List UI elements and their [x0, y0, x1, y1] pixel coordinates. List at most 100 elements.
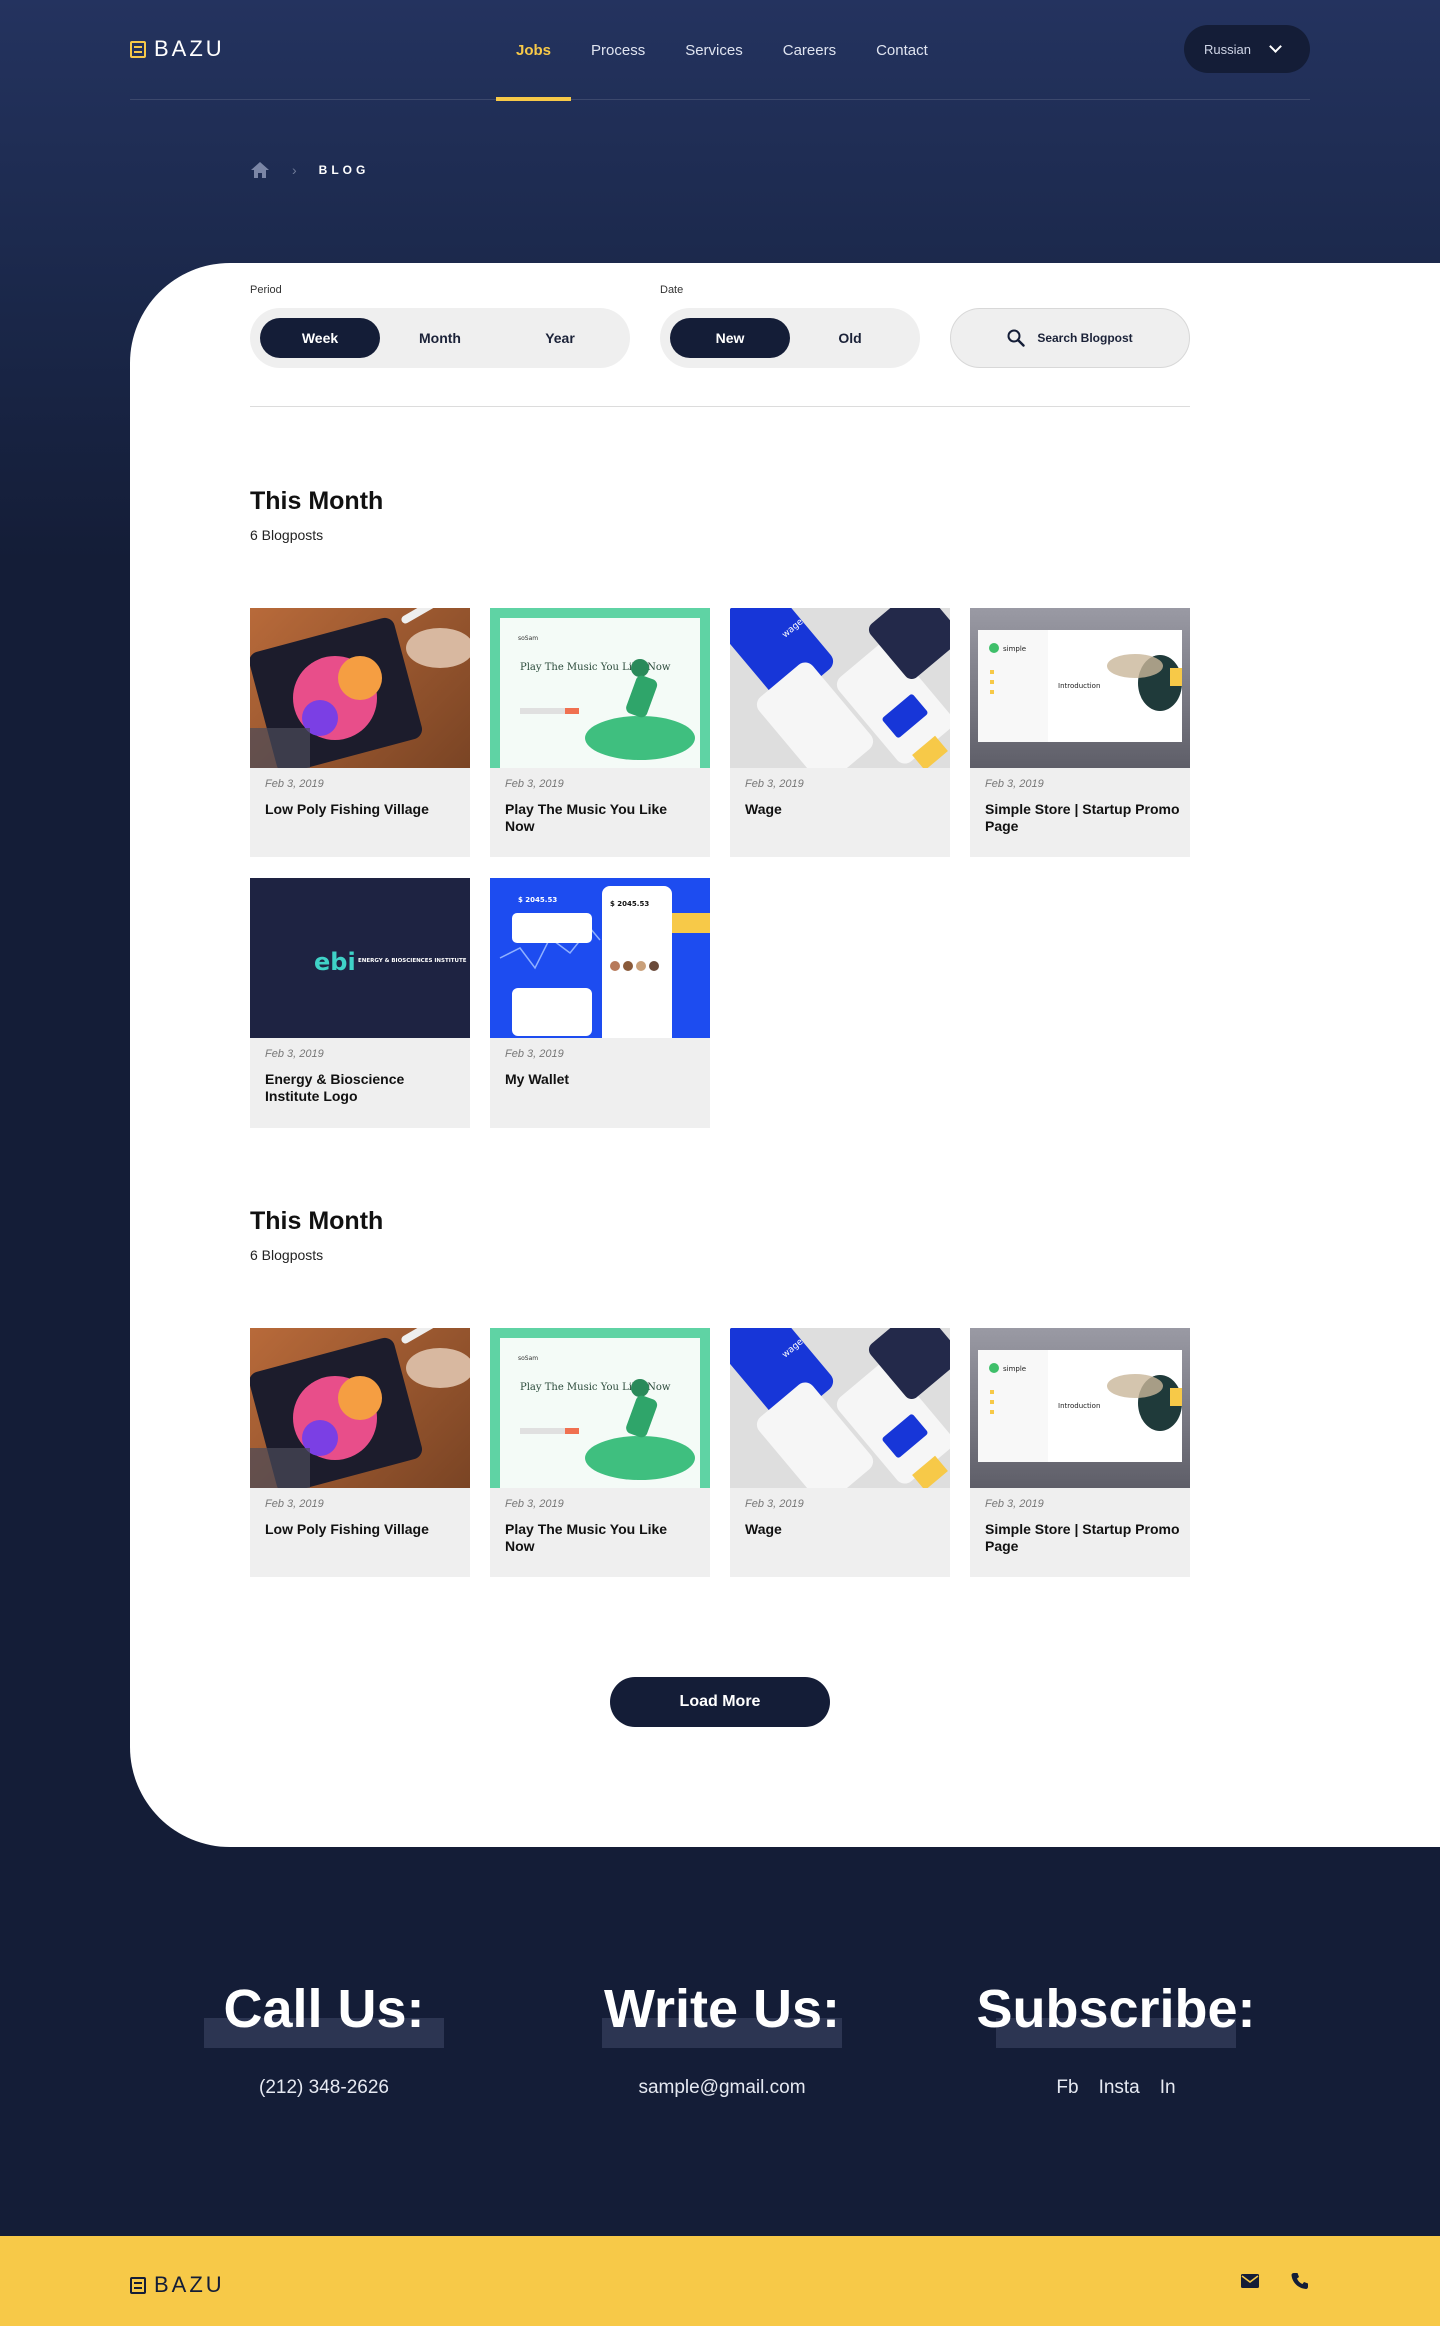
post-title: Energy & Bioscience Institute Logo [265, 1071, 405, 1104]
thumb-music-brand: soSam [518, 1355, 538, 1362]
post-title: Wage [745, 801, 782, 817]
post-date: Feb 3, 2019 [505, 778, 564, 790]
post-date: Feb 3, 2019 [985, 1498, 1044, 1510]
post-title: Play The Music You Like Now [505, 1521, 668, 1554]
thumb-store-heading: Introduction [1058, 682, 1100, 690]
section-title: This Month [250, 1207, 384, 1235]
language-label: Russian [1204, 41, 1251, 57]
date-filter-label: Date [660, 284, 684, 296]
section-post-count: 6 Blogposts [250, 1247, 324, 1263]
language-select[interactable]: Russian [1184, 25, 1310, 73]
social-link-in[interactable]: In [1160, 2077, 1176, 2099]
nav-item-contact[interactable]: Contact [856, 0, 948, 100]
period-option-year[interactable]: Year [500, 318, 620, 358]
site-header: BAZU Jobs Process Services Careers Conta… [130, 0, 1310, 101]
post-thumbnail-music: soSam Play The Music You Like Now [490, 1328, 710, 1488]
blog-card[interactable]: $ 2045.53 $ 2045.53 Feb 3, 2019 My Walle… [490, 878, 710, 1128]
footer-call-title: Call Us: [144, 1978, 504, 2048]
thumb-ebi-letters: ebi [314, 948, 356, 976]
footer-social-links: Fb Insta In [936, 2077, 1296, 2099]
nav-item-jobs[interactable]: Jobs [496, 0, 572, 101]
blog-card[interactable]: Feb 3, 2019 Low Poly Fishing Village [250, 608, 470, 857]
section-title: This Month [250, 487, 384, 515]
period-option-month[interactable]: Month [380, 318, 500, 358]
filter-divider [250, 406, 1190, 407]
thumb-music-brand: soSam [518, 635, 538, 642]
nav-item-services[interactable]: Services [665, 0, 763, 100]
blog-card[interactable]: soSam Play The Music You Like Now Feb 3,… [490, 608, 710, 857]
post-date: Feb 3, 2019 [745, 778, 804, 790]
search-blogpost-label: Search Blogpost [1037, 331, 1133, 345]
period-filter-label: Period [250, 284, 282, 296]
load-more-button[interactable]: Load More [610, 1677, 830, 1727]
thumb-ebi-name: ENERGY & BIOSCIENCES INSTITUTE [358, 958, 467, 964]
thumb-wallet-amount-left: $ 2045.53 [518, 896, 557, 904]
post-thumbnail-fishing-village [250, 608, 470, 768]
post-date: Feb 3, 2019 [985, 778, 1044, 790]
footer-phone[interactable]: (212) 348-2626 [144, 2077, 504, 2099]
post-thumbnail-simple-store: simple Introduction [970, 608, 1190, 768]
post-title: Play The Music You Like Now [505, 801, 668, 834]
blog-card[interactable]: simple Introduction Feb 3, 2019 Simple S… [970, 1328, 1190, 1577]
blog-card[interactable]: wage Feb 3, 2019 Wage [730, 1328, 950, 1577]
section-post-count: 6 Blogposts [250, 527, 324, 543]
home-icon[interactable] [250, 160, 270, 180]
date-option-old[interactable]: Old [790, 318, 910, 358]
post-date: Feb 3, 2019 [265, 778, 324, 790]
blog-card[interactable]: wage Feb 3, 2019 Wage [730, 608, 950, 857]
thumb-wallet-amount-right: $ 2045.53 [610, 900, 649, 908]
post-thumbnail-simple-store: simple Introduction [970, 1328, 1190, 1488]
post-title: Low Poly Fishing Village [265, 801, 429, 817]
footer-write-column: Write Us: [542, 1978, 902, 2048]
nav-item-process[interactable]: Process [571, 0, 665, 100]
blog-card[interactable]: soSam Play The Music You Like Now Feb 3,… [490, 1328, 710, 1577]
search-blogpost-button[interactable]: Search Blogpost [950, 308, 1190, 368]
blog-card[interactable]: ebi ENERGY & BIOSCIENCES INSTITUTE Feb 3… [250, 878, 470, 1128]
period-filter: Week Month Year [250, 308, 630, 368]
chevron-down-icon [1269, 40, 1282, 53]
post-title: My Wallet [505, 1071, 570, 1087]
post-title: Wage [745, 1521, 782, 1537]
date-option-new[interactable]: New [670, 318, 790, 358]
nav-item-careers[interactable]: Careers [763, 0, 856, 100]
mail-icon[interactable] [1240, 2272, 1260, 2290]
post-date: Feb 3, 2019 [745, 1498, 804, 1510]
social-link-fb[interactable]: Fb [1056, 2077, 1078, 2099]
blog-content: Period Week Month Year Date New Old Sear… [130, 263, 1440, 1847]
post-thumbnail-music: soSam Play The Music You Like Now [490, 608, 710, 768]
bottom-bar: BAZU [0, 2236, 1440, 2326]
phone-icon[interactable] [1290, 2272, 1310, 2290]
period-option-week[interactable]: Week [260, 318, 380, 358]
post-title: Simple Store | Startup Promo Page [985, 1521, 1180, 1554]
thumb-store-heading: Introduction [1058, 1402, 1100, 1410]
footer-call-column: Call Us: [144, 1978, 504, 2048]
blog-card[interactable]: Feb 3, 2019 Low Poly Fishing Village [250, 1328, 470, 1577]
logo[interactable]: BAZU [130, 36, 225, 62]
thumb-store-brand: simple [1003, 1365, 1026, 1373]
post-thumbnail-wallet: $ 2045.53 $ 2045.53 [490, 878, 710, 1038]
footer-subscribe-column: Subscribe: [936, 1978, 1296, 2048]
footer-email[interactable]: sample@gmail.com [542, 2077, 902, 2099]
footer-subscribe-title: Subscribe: [936, 1978, 1296, 2048]
breadcrumb-current: BLOG [318, 163, 370, 177]
logo-text: BAZU [154, 36, 225, 61]
breadcrumb-separator-icon: › [292, 162, 297, 178]
search-icon [1007, 329, 1026, 347]
footer-logo[interactable]: BAZU [130, 2272, 225, 2298]
footer-logo-text: BAZU [154, 2272, 225, 2297]
footer-write-title: Write Us: [542, 1978, 902, 2048]
breadcrumb: › BLOG [250, 160, 369, 180]
post-title: Low Poly Fishing Village [265, 1521, 429, 1537]
logo-icon [130, 40, 146, 58]
post-thumbnail-wage: wage [730, 1328, 950, 1488]
post-date: Feb 3, 2019 [265, 1498, 324, 1510]
post-date: Feb 3, 2019 [505, 1048, 564, 1060]
post-title: Simple Store | Startup Promo Page [985, 801, 1180, 834]
blog-card[interactable]: simple Introduction Feb 3, 2019 Simple S… [970, 608, 1190, 857]
post-date: Feb 3, 2019 [265, 1048, 324, 1060]
post-thumbnail-fishing-village [250, 1328, 470, 1488]
date-filter: New Old [660, 308, 920, 368]
post-thumbnail-wage: wage [730, 608, 950, 768]
thumb-store-brand: simple [1003, 645, 1026, 653]
social-link-insta[interactable]: Insta [1099, 2077, 1140, 2099]
